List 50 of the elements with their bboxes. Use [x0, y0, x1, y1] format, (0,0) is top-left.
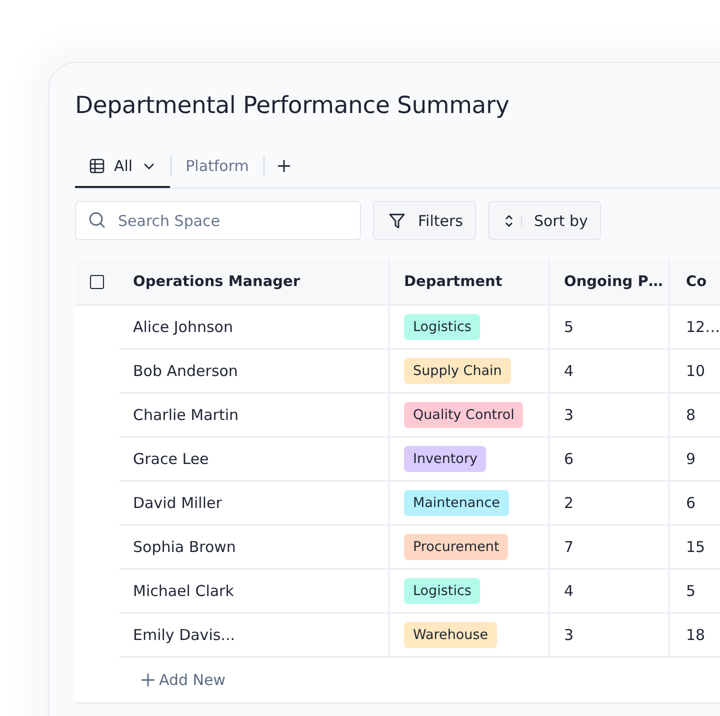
view-tab[interactable]: Platform — [172, 146, 263, 188]
table-cell: 15 — [686, 538, 706, 556]
table-cell: 8 — [686, 406, 696, 424]
table-cell: David Miller — [133, 494, 222, 512]
table-cell: 9 — [686, 450, 696, 468]
table-cell: 4 — [564, 582, 574, 600]
table-cell: 6 — [686, 494, 696, 512]
column-header[interactable]: Co — [686, 274, 707, 290]
filter-icon — [388, 212, 406, 230]
department-tag: Inventory — [404, 446, 486, 472]
department-tag: Quality Control — [404, 402, 524, 428]
table-cell: Grace Lee — [133, 450, 209, 468]
add-new-button[interactable]: Add New — [141, 671, 226, 689]
view-tab[interactable]: All — [75, 146, 170, 188]
plus-icon — [276, 159, 291, 173]
filters-button[interactable]: Filters — [373, 201, 476, 240]
department-tag: Logistics — [404, 314, 480, 340]
table-cell: 6 — [564, 450, 574, 468]
table-cell: 10 — [686, 362, 706, 380]
department-tag: Supply Chain — [404, 358, 511, 384]
table-cell: 12… — [686, 318, 720, 336]
table-cell: Alice Johnson — [133, 318, 233, 336]
column-header[interactable]: Ongoing P… — [564, 274, 663, 290]
table-icon — [89, 158, 105, 174]
column-header[interactable]: Operations Manager — [133, 274, 300, 290]
plus-icon — [141, 673, 155, 687]
page-title: Departmental Performance Summary — [75, 91, 510, 119]
department-tag: Logistics — [404, 578, 480, 604]
sort-icon — [502, 214, 515, 228]
table-cell: 5 — [564, 318, 574, 336]
department-tag: Maintenance — [404, 490, 509, 516]
department-tag: Warehouse — [404, 622, 498, 648]
table-cell: 3 — [564, 626, 574, 644]
table-cell: 7 — [564, 538, 574, 556]
select-all-checkbox[interactable] — [90, 275, 104, 289]
table-cell: Charlie Martin — [133, 406, 239, 424]
table-cell: Sophia Brown — [133, 538, 236, 556]
table-cell: Michael Clark — [133, 582, 234, 600]
sort-button[interactable]: Sort by — [488, 201, 601, 240]
table-cell: 2 — [564, 494, 574, 512]
search-icon — [88, 211, 106, 229]
table-cell: 5 — [686, 582, 696, 600]
table-cell: Bob Anderson — [133, 362, 238, 380]
table-cell: 4 — [564, 362, 574, 380]
table-cell: Emily Davis... — [133, 626, 235, 644]
table-cell: 18 — [686, 626, 706, 644]
department-tag: Procurement — [404, 534, 508, 560]
table-cell: 3 — [564, 406, 574, 424]
search-field[interactable]: Search Space — [75, 201, 361, 240]
column-header[interactable]: Department — [404, 274, 502, 290]
